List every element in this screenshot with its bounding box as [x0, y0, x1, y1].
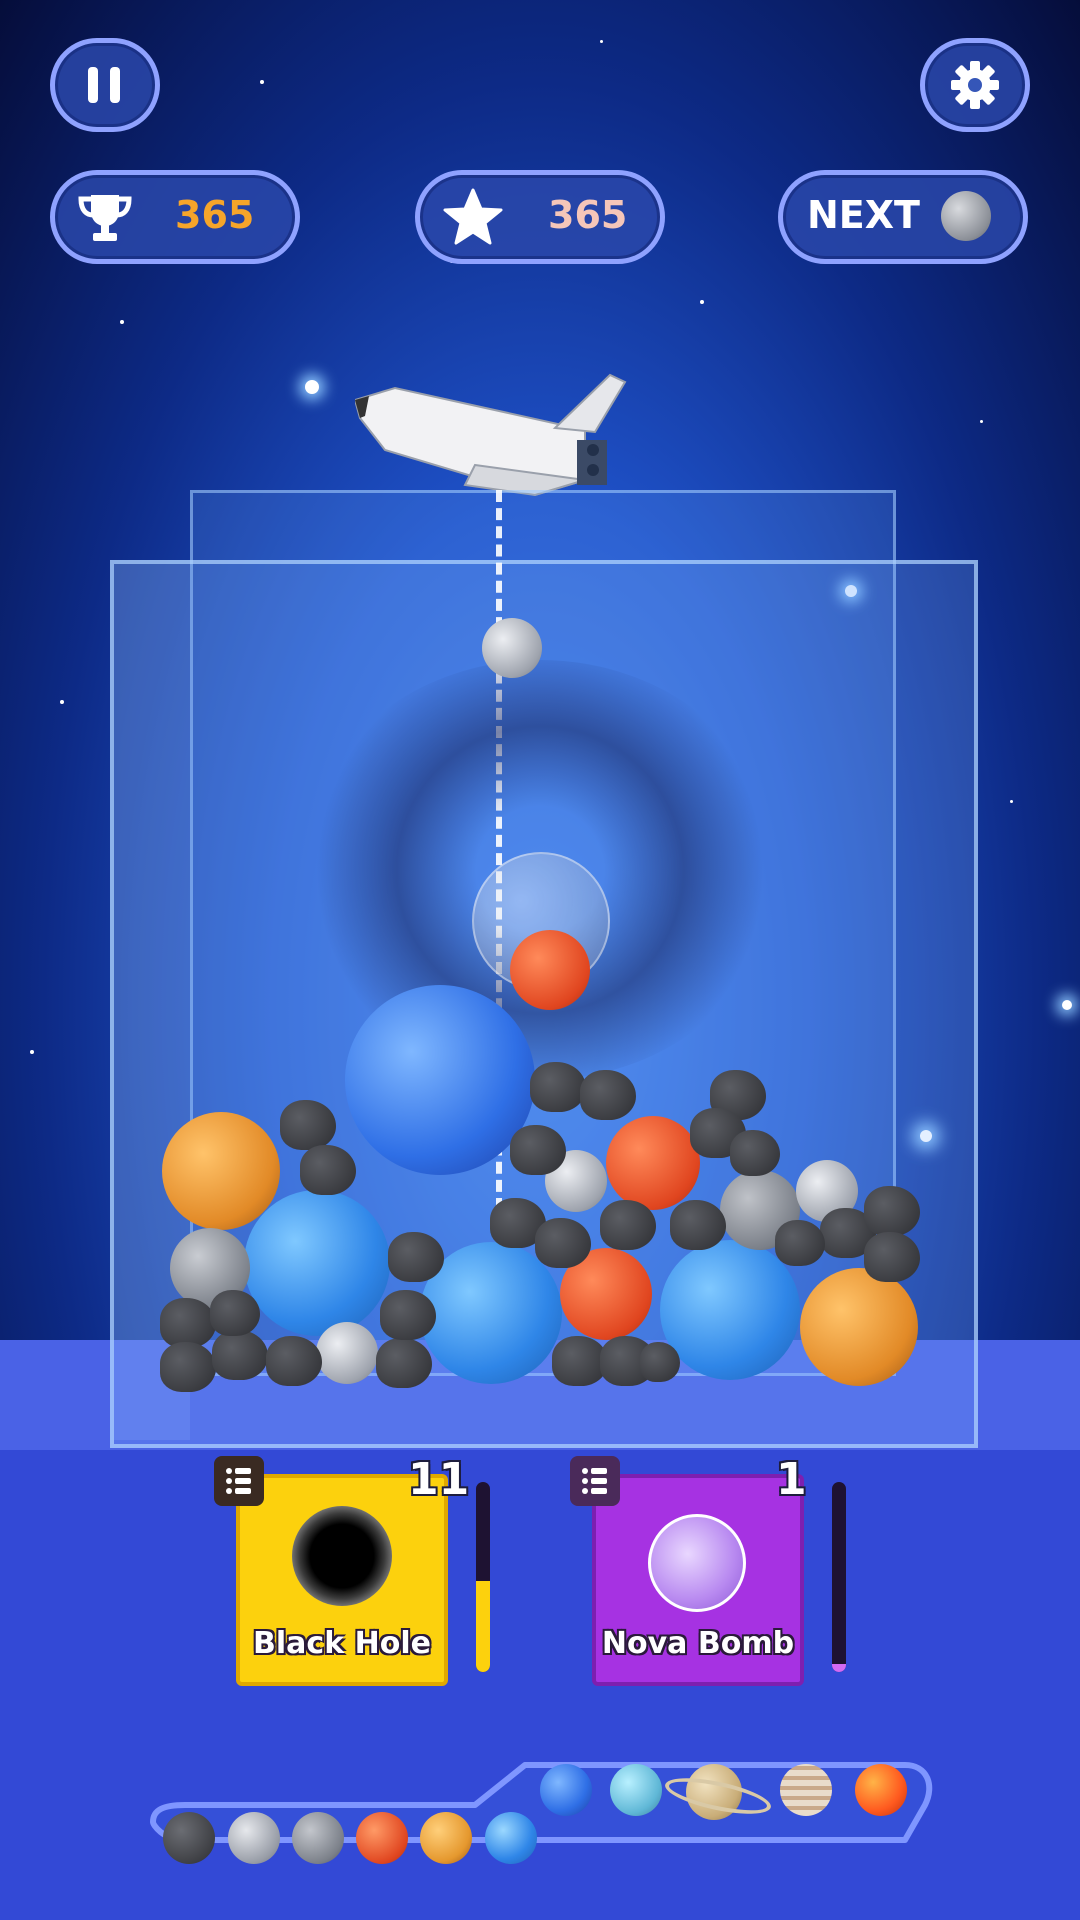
star	[1010, 800, 1013, 803]
star-score-panel: 365	[415, 170, 665, 264]
venus-ball	[800, 1268, 918, 1386]
sun-icon	[855, 1764, 907, 1816]
black-hole-powerup[interactable]: Black Hole	[236, 1474, 448, 1686]
asteroid	[280, 1100, 336, 1150]
asteroid	[775, 1220, 825, 1266]
nova-bomb-charge-meter	[832, 1482, 846, 1672]
asteroid	[380, 1290, 436, 1340]
gear-icon	[951, 61, 999, 109]
asteroid	[510, 1125, 566, 1175]
next-label: NEXT	[807, 193, 920, 237]
asteroid	[160, 1298, 216, 1348]
asteroid	[210, 1290, 260, 1336]
asteroid	[864, 1232, 920, 1282]
list-icon	[582, 1468, 607, 1494]
earth-ball	[660, 1240, 800, 1380]
star	[600, 40, 603, 43]
next-item-panel: NEXT	[778, 170, 1028, 264]
asteroid	[580, 1070, 636, 1120]
asteroid	[266, 1336, 322, 1386]
star-sparkle	[305, 380, 319, 394]
trophy-icon	[78, 195, 132, 241]
asteroid	[730, 1130, 780, 1176]
star	[30, 1050, 34, 1054]
nova-bomb-info-button[interactable]	[570, 1456, 620, 1506]
mars-ball	[606, 1116, 700, 1210]
nova-bomb-powerup[interactable]: Nova Bomb	[592, 1474, 804, 1686]
star	[980, 420, 983, 423]
space-shuttle	[355, 373, 627, 497]
asteroid-icon	[163, 1812, 215, 1864]
jupiter-icon	[780, 1764, 832, 1816]
star-sparkle	[1062, 1000, 1072, 1010]
moon-ball	[316, 1322, 378, 1384]
earth-icon	[485, 1812, 537, 1864]
star	[120, 320, 124, 324]
moon-ball-icon	[941, 191, 991, 241]
asteroid	[670, 1200, 726, 1250]
uranus-icon	[610, 1764, 662, 1816]
asteroid	[600, 1200, 656, 1250]
asteroid	[530, 1062, 586, 1112]
asteroid	[640, 1342, 680, 1382]
asteroid	[535, 1218, 591, 1268]
star-icon	[443, 188, 503, 245]
moon-ball	[482, 618, 542, 678]
asteroid	[300, 1145, 356, 1195]
nova-bomb-charge-fill	[832, 1664, 846, 1672]
asteroid	[864, 1186, 920, 1236]
asteroid	[388, 1232, 444, 1282]
black-hole-charge-fill	[476, 1580, 490, 1672]
moon-icon	[228, 1812, 280, 1864]
mars-ball	[510, 930, 590, 1010]
black-hole-charge-meter	[476, 1482, 490, 1672]
pause-button[interactable]	[50, 38, 160, 132]
mars-icon	[356, 1812, 408, 1864]
asteroid	[212, 1330, 268, 1380]
gray-planet-icon	[292, 1812, 344, 1864]
neptune-icon	[540, 1764, 592, 1816]
nova-bomb-count: 1	[776, 1454, 807, 1505]
asteroid	[376, 1338, 432, 1388]
earth-ball	[244, 1190, 390, 1336]
black-hole-icon	[292, 1506, 392, 1606]
star	[700, 300, 704, 304]
trophy-score-panel: 365	[50, 170, 300, 264]
black-hole-label: Black Hole	[253, 1626, 431, 1661]
star-score-value: 365	[548, 193, 628, 237]
nova-bomb-label: Nova Bomb	[601, 1626, 795, 1661]
settings-button[interactable]	[920, 38, 1030, 132]
venus-ball	[162, 1112, 280, 1230]
neptune-ball	[345, 985, 535, 1175]
asteroid	[160, 1342, 216, 1392]
star	[260, 80, 264, 84]
black-hole-count: 11	[408, 1454, 470, 1505]
trophy-score-value: 365	[175, 193, 255, 237]
black-hole-info-button[interactable]	[214, 1456, 264, 1506]
saturn-icon	[662, 1764, 774, 1821]
star	[60, 700, 64, 704]
nova-bomb-icon	[648, 1514, 746, 1612]
pause-icon	[88, 67, 120, 103]
venus-icon	[420, 1812, 472, 1864]
list-icon	[226, 1468, 251, 1494]
